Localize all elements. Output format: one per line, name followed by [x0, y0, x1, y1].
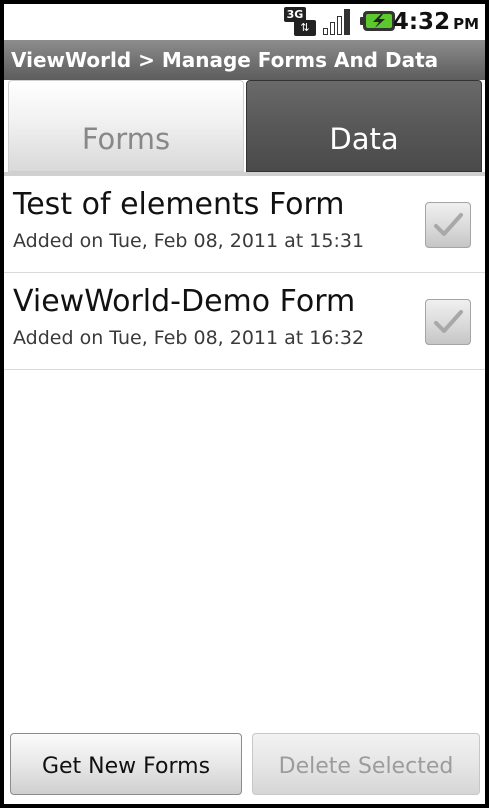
checkmark-icon	[434, 213, 463, 236]
clock-time: 4:32	[392, 9, 451, 35]
clock-ampm: PM	[453, 15, 479, 33]
title-bar: ViewWorld > Manage Forms And Data	[4, 40, 485, 81]
delete-selected-button[interactable]: Delete Selected	[252, 733, 480, 795]
list-item[interactable]: ViewWorld-Demo Form Added on Tue, Feb 08…	[4, 273, 485, 370]
form-added-date: Added on Tue, Feb 08, 2011 at 16:32	[13, 327, 365, 349]
get-new-forms-button[interactable]: Get New Forms	[10, 733, 242, 795]
clock: 4:32 PM	[393, 5, 479, 39]
tab-forms-label: Forms	[81, 122, 171, 156]
battery-charging-icon	[360, 11, 395, 31]
signal-strength-icon	[323, 9, 350, 35]
status-bar: 3G ⇅ 4:32 PM	[4, 4, 485, 40]
data-transfer-arrows-icon: ⇅	[294, 20, 316, 36]
form-select-checkbox[interactable]	[425, 299, 471, 345]
3g-data-icon: 3G ⇅	[284, 7, 318, 37]
tab-data-label: Data	[329, 122, 399, 156]
screen: 3G ⇅ 4:32 PM ViewWorld > Manage Forms And…	[0, 0, 489, 808]
form-added-date: Added on Tue, Feb 08, 2011 at 15:31	[13, 230, 365, 252]
list-item[interactable]: Test of elements Form Added on Tue, Feb …	[4, 176, 485, 273]
page-title: ViewWorld > Manage Forms And Data	[11, 48, 439, 72]
tab-bar: Forms Data	[4, 80, 485, 176]
form-select-checkbox[interactable]	[425, 202, 471, 248]
checkmark-icon	[434, 310, 463, 333]
tab-forms[interactable]: Forms	[8, 80, 244, 172]
tab-data[interactable]: Data	[246, 80, 482, 172]
forms-list-panel: Test of elements Form Added on Tue, Feb …	[4, 176, 485, 804]
form-title: Test of elements Form	[13, 187, 345, 222]
form-title: ViewWorld-Demo Form	[13, 284, 356, 319]
